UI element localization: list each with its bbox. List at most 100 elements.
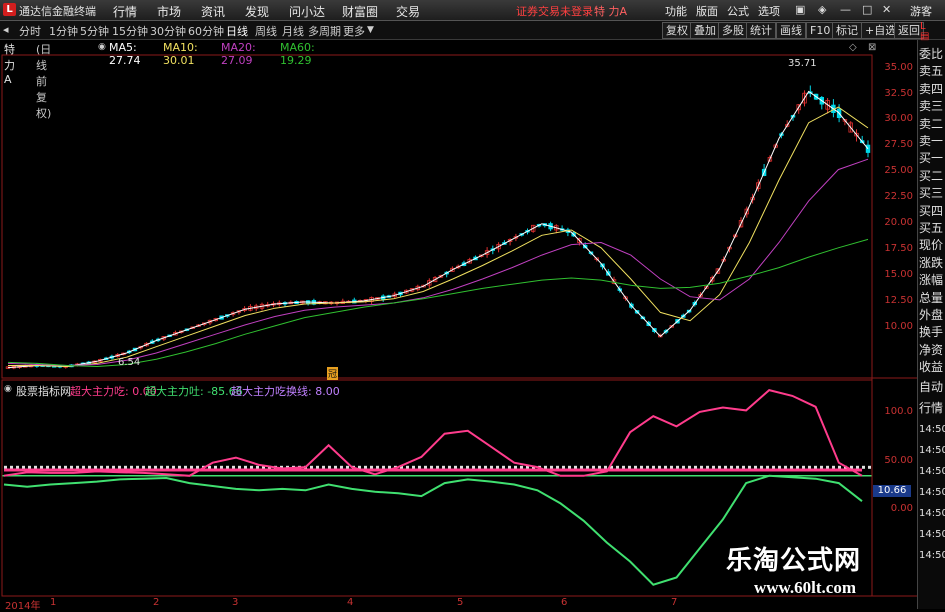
- menu-market-quote[interactable]: 行情: [113, 3, 137, 20]
- side-panel-item[interactable]: 14:50: [919, 422, 945, 437]
- period-1min[interactable]: 1分钟: [49, 23, 78, 39]
- side-panel-item[interactable]: 14:50: [919, 548, 945, 563]
- indicator-value-box: 10.66: [873, 485, 911, 497]
- baseline-dot: [724, 465, 727, 469]
- side-panel-item[interactable]: 换手: [919, 325, 945, 340]
- period-15min[interactable]: 15分钟: [112, 23, 148, 39]
- side-panel-item[interactable]: 买二: [919, 169, 945, 184]
- x-tick: 2014年: [5, 601, 41, 612]
- minimize-icon[interactable]: —: [840, 3, 851, 16]
- tool-restore-rights[interactable]: 复权: [662, 22, 692, 39]
- side-panel-item[interactable]: 卖四: [919, 82, 945, 97]
- baseline-dot: [706, 465, 709, 469]
- panel-header[interactable]: L ▤: [920, 22, 929, 42]
- tool-multi-stock[interactable]: 多股: [718, 22, 748, 39]
- maximize-icon[interactable]: □: [862, 3, 872, 16]
- side-panel-item[interactable]: 外盘: [919, 308, 945, 323]
- period-60min[interactable]: 60分钟: [188, 23, 224, 39]
- menu-trade[interactable]: 交易: [396, 3, 420, 20]
- side-panel-item[interactable]: 总量: [919, 291, 945, 306]
- baseline-dot: [802, 465, 805, 469]
- window-icon[interactable]: ▣: [795, 3, 805, 16]
- baseline-dot: [88, 465, 91, 469]
- side-panel-item[interactable]: 卖三: [919, 99, 945, 114]
- baseline-dot: [334, 465, 337, 469]
- side-panel-item[interactable]: 14:50: [919, 443, 945, 458]
- side-panel-item[interactable]: 买五: [919, 221, 945, 236]
- side-panel-item[interactable]: 14:50: [919, 485, 945, 500]
- baseline-dot: [826, 465, 829, 469]
- side-panel-item[interactable]: 委比: [919, 47, 945, 62]
- tool-f10[interactable]: F10: [806, 22, 835, 39]
- baseline-dot: [718, 465, 721, 469]
- baseline-dot: [424, 465, 427, 469]
- baseline-dot: [862, 465, 865, 469]
- side-panel-item[interactable]: 卖五: [919, 64, 945, 79]
- tool-overlay[interactable]: 叠加: [690, 22, 720, 39]
- baseline-dot: [46, 465, 49, 469]
- tool-draw-line[interactable]: 画线: [776, 22, 806, 39]
- app-title: 通达信金融终端: [19, 5, 96, 18]
- skin-icon[interactable]: ◈: [818, 3, 826, 16]
- menu-function[interactable]: 功能: [665, 3, 687, 19]
- baseline-dot: [118, 465, 121, 469]
- side-panel-item[interactable]: 买一: [919, 151, 945, 166]
- side-panel-item[interactable]: 现价: [919, 238, 945, 253]
- baseline-dot: [418, 465, 421, 469]
- menu-ask[interactable]: 问小达: [289, 3, 325, 20]
- menu-wealth[interactable]: 财富圈: [342, 3, 378, 20]
- indicator-settings-icon[interactable]: ◉: [4, 384, 12, 394]
- side-panel-item[interactable]: 卖二: [919, 117, 945, 132]
- baseline-dot: [172, 465, 175, 469]
- side-panel-item[interactable]: 收益: [919, 360, 945, 375]
- side-panel-item[interactable]: 14:50: [919, 527, 945, 542]
- baseline-dot: [238, 465, 241, 469]
- menu-options[interactable]: 选项: [758, 3, 780, 19]
- baseline-dot: [70, 465, 73, 469]
- guest-label[interactable]: 游客: [910, 3, 932, 19]
- menu-discover[interactable]: 发现: [245, 3, 269, 20]
- side-panel-item[interactable]: 自动: [919, 380, 945, 395]
- more-dropdown-icon[interactable]: ▼: [367, 25, 374, 35]
- side-panel-item[interactable]: 涨幅: [919, 273, 945, 288]
- side-panel-item[interactable]: 14:50: [919, 464, 945, 479]
- side-panel-item[interactable]: 净资: [919, 343, 945, 358]
- baseline-dot: [766, 465, 769, 469]
- tool-mark[interactable]: 标记: [832, 22, 862, 39]
- side-panel-item[interactable]: 涨跌: [919, 256, 945, 271]
- menu-formula[interactable]: 公式: [727, 3, 749, 19]
- period-30min[interactable]: 30分钟: [150, 23, 186, 39]
- login-status[interactable]: 证券交易未登录: [516, 3, 593, 19]
- event-marker[interactable]: 冠: [327, 367, 339, 380]
- baseline-dot: [712, 465, 715, 469]
- baseline-dot: [388, 465, 391, 469]
- side-panel-item[interactable]: 买四: [919, 204, 945, 219]
- low-price-label: 6.54: [118, 357, 141, 368]
- period-weekly[interactable]: 周线: [255, 23, 277, 39]
- baseline-dot: [484, 465, 487, 469]
- period-5min[interactable]: 5分钟: [80, 23, 109, 39]
- baseline-dot: [652, 465, 655, 469]
- back-icon[interactable]: ◂: [3, 23, 9, 36]
- side-panel-item[interactable]: 14:50: [919, 506, 945, 521]
- period-monthly[interactable]: 月线: [282, 23, 304, 39]
- menu-news[interactable]: 资讯: [201, 3, 225, 20]
- kline-chart: [1, 54, 917, 597]
- ma-line-ma5: [7, 90, 869, 369]
- candlesticks: [5, 85, 871, 370]
- baseline-dot: [82, 465, 85, 469]
- side-panel-item[interactable]: 卖一: [919, 134, 945, 149]
- baseline-dot: [4, 465, 7, 469]
- menu-market[interactable]: 市场: [157, 3, 181, 20]
- period-daily[interactable]: 日线: [226, 23, 248, 39]
- baseline-dot: [736, 465, 739, 469]
- tool-statistics[interactable]: 统计: [746, 22, 776, 39]
- menu-layout[interactable]: 版面: [696, 3, 718, 19]
- side-panel-item[interactable]: 行情: [919, 401, 945, 416]
- baseline-dot: [136, 465, 139, 469]
- side-panel-item[interactable]: 买三: [919, 186, 945, 201]
- period-more[interactable]: 更多: [343, 23, 365, 39]
- period-tick[interactable]: 分时: [19, 23, 41, 39]
- period-multi[interactable]: 多周期: [308, 23, 341, 39]
- close-icon[interactable]: ✕: [882, 3, 891, 16]
